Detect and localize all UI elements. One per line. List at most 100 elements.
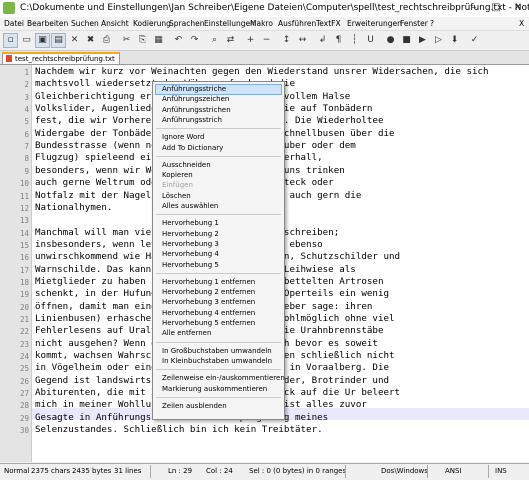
menu-ausfuehren[interactable]: Ausführen bbox=[278, 19, 316, 28]
menu-separator bbox=[156, 341, 281, 343]
new-file-icon[interactable]: ▫ bbox=[3, 33, 18, 48]
macro-stop-icon[interactable]: ■ bbox=[399, 33, 414, 48]
close-document-icon[interactable]: X bbox=[519, 19, 524, 28]
cut-icon[interactable]: ✂ bbox=[119, 33, 134, 48]
context-item-zeilen-ausblenden[interactable]: Zeilen ausblenden bbox=[162, 402, 227, 410]
context-item-hervorhebung-3-entfernen[interactable]: Hervorhebung 3 entfernen bbox=[162, 298, 255, 306]
tab-document[interactable]: test_rechtschreibprüfung.txt bbox=[2, 52, 120, 64]
all-chars-icon[interactable]: ¶ bbox=[331, 33, 346, 48]
context-item-hervorhebung-2[interactable]: Hervorhebung 2 bbox=[162, 230, 219, 238]
line-number: 22 bbox=[19, 327, 29, 337]
context-item-anführungszeichen[interactable]: Anführungszeichen bbox=[162, 95, 229, 103]
menu-datei[interactable]: Datei bbox=[4, 19, 24, 28]
menu-makro[interactable]: Makro bbox=[250, 19, 273, 28]
window-title: C:\Dokumente und Einstellungen\Jan Schre… bbox=[20, 3, 529, 13]
line-number: 6 bbox=[24, 129, 29, 139]
line-number-gutter: 1 2 3 4 5 6 7 8 9 10 11 12 13 14 15 16 17 18 19 20 21 22 23 24 2… bbox=[0, 65, 32, 462]
spellcheck-icon[interactable]: ✓ bbox=[467, 33, 482, 48]
context-item-anführungsstrichen[interactable]: Anführungsstrichen bbox=[162, 106, 231, 114]
context-item-hervorhebung-4[interactable]: Hervorhebung 4 bbox=[162, 250, 219, 258]
context-item-hervorhebung-4-entfernen[interactable]: Hervorhebung 4 entfernen bbox=[162, 309, 255, 317]
menu-suchen[interactable]: Suchen bbox=[71, 19, 99, 28]
text-line: Nachdem wir kurz vor Weinachten gegen de… bbox=[35, 66, 489, 77]
find-icon[interactable]: ⌕ bbox=[207, 33, 222, 48]
print-icon[interactable]: ⎙ bbox=[99, 33, 114, 48]
indent-guide-icon[interactable]: ┆ bbox=[347, 33, 362, 48]
menu-sprachen[interactable]: Sprachen bbox=[169, 19, 204, 28]
context-item-hervorhebung-5-entfernen[interactable]: Hervorhebung 5 entfernen bbox=[162, 319, 255, 327]
context-item-anführungsstriche[interactable]: Anführungsstriche bbox=[162, 85, 226, 93]
line-number: 3 bbox=[24, 92, 29, 102]
macro-play-icon[interactable]: ▶ bbox=[415, 33, 430, 48]
status-insert-mode: INS bbox=[495, 467, 507, 475]
context-item-zeilenweise-ein-auskommentieren[interactable]: Zeilenweise ein-/auskommentieren bbox=[162, 374, 285, 382]
context-item-in-kleinbuchstaben-umwandeln[interactable]: In Kleinbuchstaben umwandeln bbox=[162, 357, 272, 365]
open-file-icon[interactable]: ▭ bbox=[19, 33, 34, 48]
context-item-ignore-word[interactable]: Ignore Word bbox=[162, 133, 204, 141]
line-number: 27 bbox=[19, 389, 29, 399]
save-all-icon[interactable]: ▤ bbox=[51, 33, 66, 48]
replace-icon[interactable]: ⇄ bbox=[223, 33, 238, 48]
context-item-alles-auswählen[interactable]: Alles auswählen bbox=[162, 202, 218, 210]
sync-v-icon[interactable]: ↕ bbox=[279, 33, 294, 48]
line-number: 17 bbox=[19, 265, 29, 275]
paste-icon[interactable]: ▦ bbox=[151, 33, 166, 48]
line-number: 4 bbox=[24, 105, 29, 115]
user-lang-icon[interactable]: U bbox=[363, 33, 378, 48]
save-icon[interactable]: ▣ bbox=[35, 33, 50, 48]
context-item-hervorhebung-3[interactable]: Hervorhebung 3 bbox=[162, 240, 219, 248]
menu-bearbeiten[interactable]: Bearbeiten bbox=[27, 19, 68, 28]
menu-textfx[interactable]: TextFX bbox=[316, 19, 341, 28]
menu-kodierung[interactable]: Kodierung bbox=[133, 19, 171, 28]
zoom-out-icon[interactable]: − bbox=[259, 33, 274, 48]
unsaved-file-icon bbox=[6, 55, 12, 62]
context-item-kopieren[interactable]: Kopieren bbox=[162, 171, 193, 179]
status-eol: Dos\Windows bbox=[381, 467, 428, 475]
line-number: 21 bbox=[19, 315, 29, 324]
context-item-einfügen[interactable]: Einfügen bbox=[162, 181, 193, 189]
context-item-hervorhebung-1-entfernen[interactable]: Hervorhebung 1 entfernen bbox=[162, 278, 255, 286]
macro-record-icon[interactable]: ● bbox=[383, 33, 398, 48]
line-number: 19 bbox=[19, 290, 29, 300]
sync-h-icon[interactable]: ↔ bbox=[295, 33, 310, 48]
close-window-button[interactable]: ✕ bbox=[507, 0, 529, 17]
context-item-hervorhebung-5[interactable]: Hervorhebung 5 bbox=[162, 261, 219, 269]
line-number: 9 bbox=[24, 166, 29, 176]
toolbar: ▫ ▭ ▣ ▤ ✕ ✖ ⎙ ✂ ⎘ ▦ ↶ ↷ ⌕ ⇄ + − ↕ ↔ ↲ ¶ ┆ U ● ■ ▶ ▷ ⬇ ✓ bbox=[0, 31, 529, 51]
line-number: 29 bbox=[19, 413, 29, 423]
wrap-icon[interactable]: ↲ bbox=[315, 33, 330, 48]
context-item-hervorhebung-2-entfernen[interactable]: Hervorhebung 2 entfernen bbox=[162, 288, 255, 296]
menu-erweiterungen[interactable]: Erweiterungen bbox=[347, 19, 402, 28]
context-item-add-to-dictionary[interactable]: Add To Dictionary bbox=[162, 144, 223, 152]
macro-save-icon[interactable]: ⬇ bbox=[447, 33, 462, 48]
line-number: 10 bbox=[19, 179, 29, 189]
status-col: Col : 24 bbox=[206, 467, 233, 475]
context-item-ausschneiden[interactable]: Ausschneiden bbox=[162, 161, 211, 169]
menu-fenster[interactable]: Fenster bbox=[400, 19, 428, 28]
redo-icon[interactable]: ↷ bbox=[187, 33, 202, 48]
context-item-alle-entfernen[interactable]: Alle entfernen bbox=[162, 329, 211, 337]
context-item-löschen[interactable]: Löschen bbox=[162, 192, 191, 200]
zoom-in-icon[interactable]: + bbox=[243, 33, 258, 48]
text-line: Nationalhymen. bbox=[35, 201, 113, 213]
context-item-hervorhebung-1[interactable]: Hervorhebung 1 bbox=[162, 219, 219, 227]
context-item-in-großbuchstaben-umwandeln[interactable]: In Großbuchstaben umwandeln bbox=[162, 347, 272, 355]
menu-separator bbox=[156, 214, 281, 216]
copy-icon[interactable]: ⎘ bbox=[135, 33, 150, 48]
macro-run-icon[interactable]: ▷ bbox=[431, 33, 446, 48]
maximize-button[interactable]: □ bbox=[485, 0, 507, 17]
menu-ansicht[interactable]: Ansicht bbox=[101, 19, 129, 28]
status-encoding: ANSI bbox=[445, 467, 462, 475]
close-all-icon[interactable]: ✖ bbox=[83, 33, 98, 48]
line-number: 20 bbox=[19, 302, 29, 312]
menu-einstellungen[interactable]: Einstellungen bbox=[204, 19, 255, 28]
close-icon[interactable]: ✕ bbox=[67, 33, 82, 48]
status-chars: 2375 chars bbox=[31, 467, 71, 475]
context-item-markierung-auskommentieren[interactable]: Markierung auskommentieren bbox=[162, 385, 267, 393]
context-item-anführungsstrich[interactable]: Anführungsstrich bbox=[162, 116, 222, 124]
undo-icon[interactable]: ↶ bbox=[171, 33, 186, 48]
menu-help[interactable]: ? bbox=[430, 19, 434, 28]
status-mode: Normal bbox=[4, 467, 30, 475]
menu-separator bbox=[156, 396, 281, 398]
minimize-button[interactable]: – bbox=[463, 0, 485, 17]
